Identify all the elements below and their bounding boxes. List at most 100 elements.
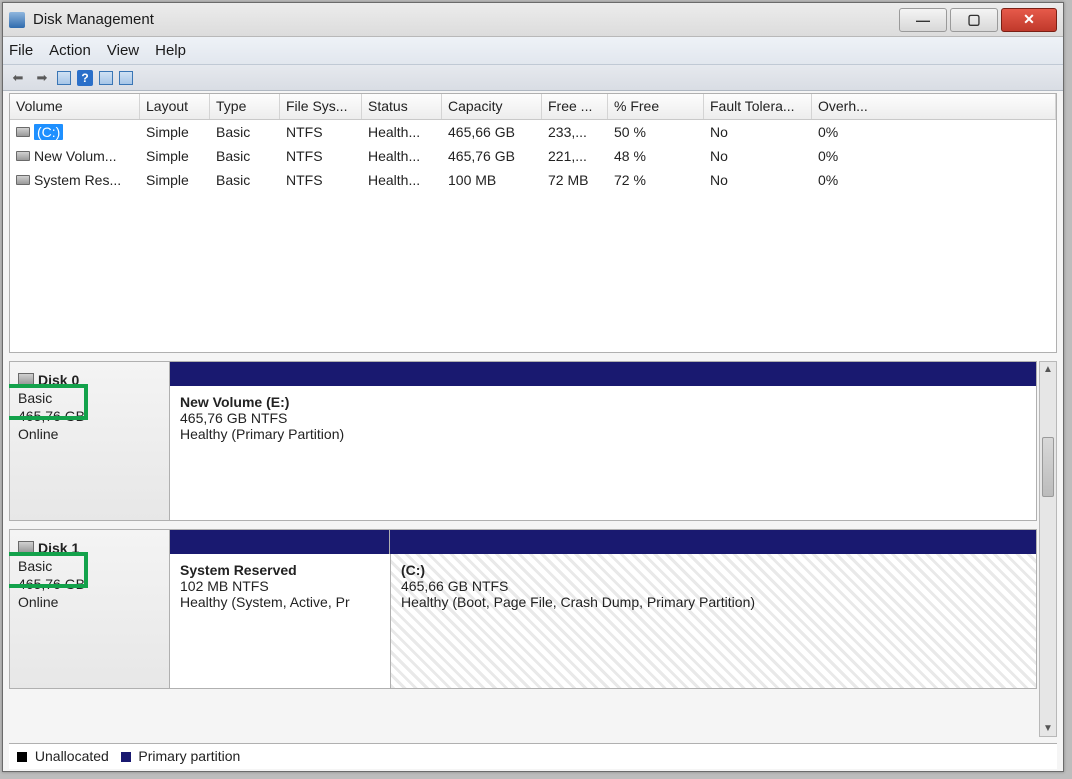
forward-icon[interactable]: ➡	[33, 69, 51, 87]
back-icon[interactable]: ⬅	[9, 69, 27, 87]
col-overhead[interactable]: Overh...	[812, 94, 1056, 119]
minimize-button[interactable]: —	[899, 8, 947, 32]
col-volume[interactable]: Volume	[10, 94, 140, 119]
partition-status: Healthy (System, Active, Pr	[180, 594, 380, 610]
menu-help[interactable]: Help	[155, 42, 186, 59]
menu-file[interactable]: File	[9, 42, 33, 59]
cell-status: Health...	[362, 144, 442, 168]
partition[interactable]: System Reserved102 MB NTFSHealthy (Syste…	[170, 554, 390, 688]
cell-pctfree: 72 %	[608, 168, 704, 192]
volume-list[interactable]: Volume Layout Type File Sys... Status Ca…	[9, 93, 1057, 353]
cell-layout: Simple	[140, 120, 210, 144]
cell-volume: System Res...	[10, 168, 140, 192]
volume-list-header[interactable]: Volume Layout Type File Sys... Status Ca…	[10, 94, 1056, 120]
cell-status: Health...	[362, 120, 442, 144]
partition[interactable]: (C:)465,66 GB NTFSHealthy (Boot, Page Fi…	[390, 554, 1036, 688]
cell-pctfree: 50 %	[608, 120, 704, 144]
partition-body: System Reserved102 MB NTFSHealthy (Syste…	[170, 554, 1036, 688]
view-top-icon[interactable]	[99, 71, 113, 85]
volume-row[interactable]: New Volum...SimpleBasicNTFSHealth...465,…	[10, 144, 1056, 168]
volume-list-body[interactable]: (C:)SimpleBasicNTFSHealth...465,66 GB233…	[10, 120, 1056, 352]
cell-type: Basic	[210, 120, 280, 144]
view-bottom-icon[interactable]	[119, 71, 133, 85]
volume-row[interactable]: System Res...SimpleBasicNTFSHealth...100…	[10, 168, 1056, 192]
cell-volume: (C:)	[10, 120, 140, 144]
cell-status: Health...	[362, 168, 442, 192]
toolbar: ⬅ ➡ ?	[3, 65, 1063, 91]
volume-icon	[16, 175, 30, 185]
col-capacity[interactable]: Capacity	[442, 94, 542, 119]
volume-row[interactable]: (C:)SimpleBasicNTFSHealth...465,66 GB233…	[10, 120, 1056, 144]
col-layout[interactable]: Layout	[140, 94, 210, 119]
cell-fault: No	[704, 168, 812, 192]
cell-filesys: NTFS	[280, 168, 362, 192]
cell-capacity: 465,66 GB	[442, 120, 542, 144]
cell-free: 221,...	[542, 144, 608, 168]
partitions: New Volume (E:)465,76 GB NTFSHealthy (Pr…	[170, 362, 1036, 520]
partitions: System Reserved102 MB NTFSHealthy (Syste…	[170, 530, 1036, 688]
properties-icon[interactable]	[57, 71, 71, 85]
cell-capacity: 465,76 GB	[442, 144, 542, 168]
partition-size: 102 MB NTFS	[180, 578, 380, 594]
cell-layout: Simple	[140, 168, 210, 192]
partition-header-bar	[170, 530, 1036, 554]
cell-filesys: NTFS	[280, 120, 362, 144]
disk-management-window: Disk Management — ▢ ✕ File Action View H…	[2, 2, 1064, 772]
scroll-down-icon[interactable]: ▼	[1043, 721, 1053, 736]
cell-volume: New Volum...	[10, 144, 140, 168]
partition-title: (C:)	[401, 562, 1026, 578]
disk-status: Online	[18, 426, 161, 442]
col-filesys[interactable]: File Sys...	[280, 94, 362, 119]
volume-icon	[16, 127, 30, 137]
cell-layout: Simple	[140, 144, 210, 168]
highlight-box	[9, 384, 88, 420]
vertical-scrollbar[interactable]: ▲ ▼	[1039, 361, 1057, 737]
scroll-up-icon[interactable]: ▲	[1043, 362, 1053, 377]
partition-status: Healthy (Boot, Page File, Crash Dump, Pr…	[401, 594, 1026, 610]
cell-type: Basic	[210, 168, 280, 192]
window-controls: — ▢ ✕	[899, 8, 1057, 32]
col-free[interactable]: Free ...	[542, 94, 608, 119]
col-type[interactable]: Type	[210, 94, 280, 119]
highlight-box	[9, 552, 88, 588]
scroll-thumb[interactable]	[1042, 437, 1054, 497]
app-icon	[9, 12, 25, 28]
cell-pctfree: 48 %	[608, 144, 704, 168]
disk-row[interactable]: Disk 1Basic465,76 GBOnlineSystem Reserve…	[9, 529, 1037, 689]
cell-type: Basic	[210, 144, 280, 168]
col-fault[interactable]: Fault Tolera...	[704, 94, 812, 119]
content-area: Volume Layout Type File Sys... Status Ca…	[3, 91, 1063, 771]
cell-capacity: 100 MB	[442, 168, 542, 192]
menubar: File Action View Help	[3, 37, 1063, 65]
titlebar[interactable]: Disk Management — ▢ ✕	[3, 3, 1063, 37]
maximize-button[interactable]: ▢	[950, 8, 998, 32]
close-button[interactable]: ✕	[1001, 8, 1057, 32]
legend-primary: Primary partition	[138, 748, 240, 764]
cell-overhead: 0%	[812, 168, 1056, 192]
legend: Unallocated Primary partition	[9, 743, 1057, 769]
partition-size: 465,76 GB NTFS	[180, 410, 1026, 426]
scroll-track[interactable]	[1040, 377, 1056, 721]
disk-row[interactable]: Disk 0Basic465,76 GBOnlineNew Volume (E:…	[9, 361, 1037, 521]
partition-title: New Volume (E:)	[180, 394, 1026, 410]
partition-title: System Reserved	[180, 562, 380, 578]
disk-scroll: Disk 0Basic465,76 GBOnlineNew Volume (E:…	[9, 361, 1057, 737]
partition-header-bar	[170, 362, 1036, 386]
cell-free: 233,...	[542, 120, 608, 144]
col-status[interactable]: Status	[362, 94, 442, 119]
cell-fault: No	[704, 144, 812, 168]
legend-unallocated: Unallocated	[35, 748, 109, 764]
cell-fault: No	[704, 120, 812, 144]
partition-body: New Volume (E:)465,76 GB NTFSHealthy (Pr…	[170, 386, 1036, 520]
disk-info[interactable]: Disk 1Basic465,76 GBOnline	[10, 530, 170, 688]
volume-icon	[16, 151, 30, 161]
help-icon[interactable]: ?	[77, 70, 93, 86]
partition[interactable]: New Volume (E:)465,76 GB NTFSHealthy (Pr…	[170, 386, 1036, 520]
menu-action[interactable]: Action	[49, 42, 91, 59]
menu-view[interactable]: View	[107, 42, 139, 59]
disk-info[interactable]: Disk 0Basic465,76 GBOnline	[10, 362, 170, 520]
legend-swatch-primary	[121, 752, 131, 762]
window-title: Disk Management	[33, 11, 154, 28]
col-pctfree[interactable]: % Free	[608, 94, 704, 119]
cell-overhead: 0%	[812, 120, 1056, 144]
